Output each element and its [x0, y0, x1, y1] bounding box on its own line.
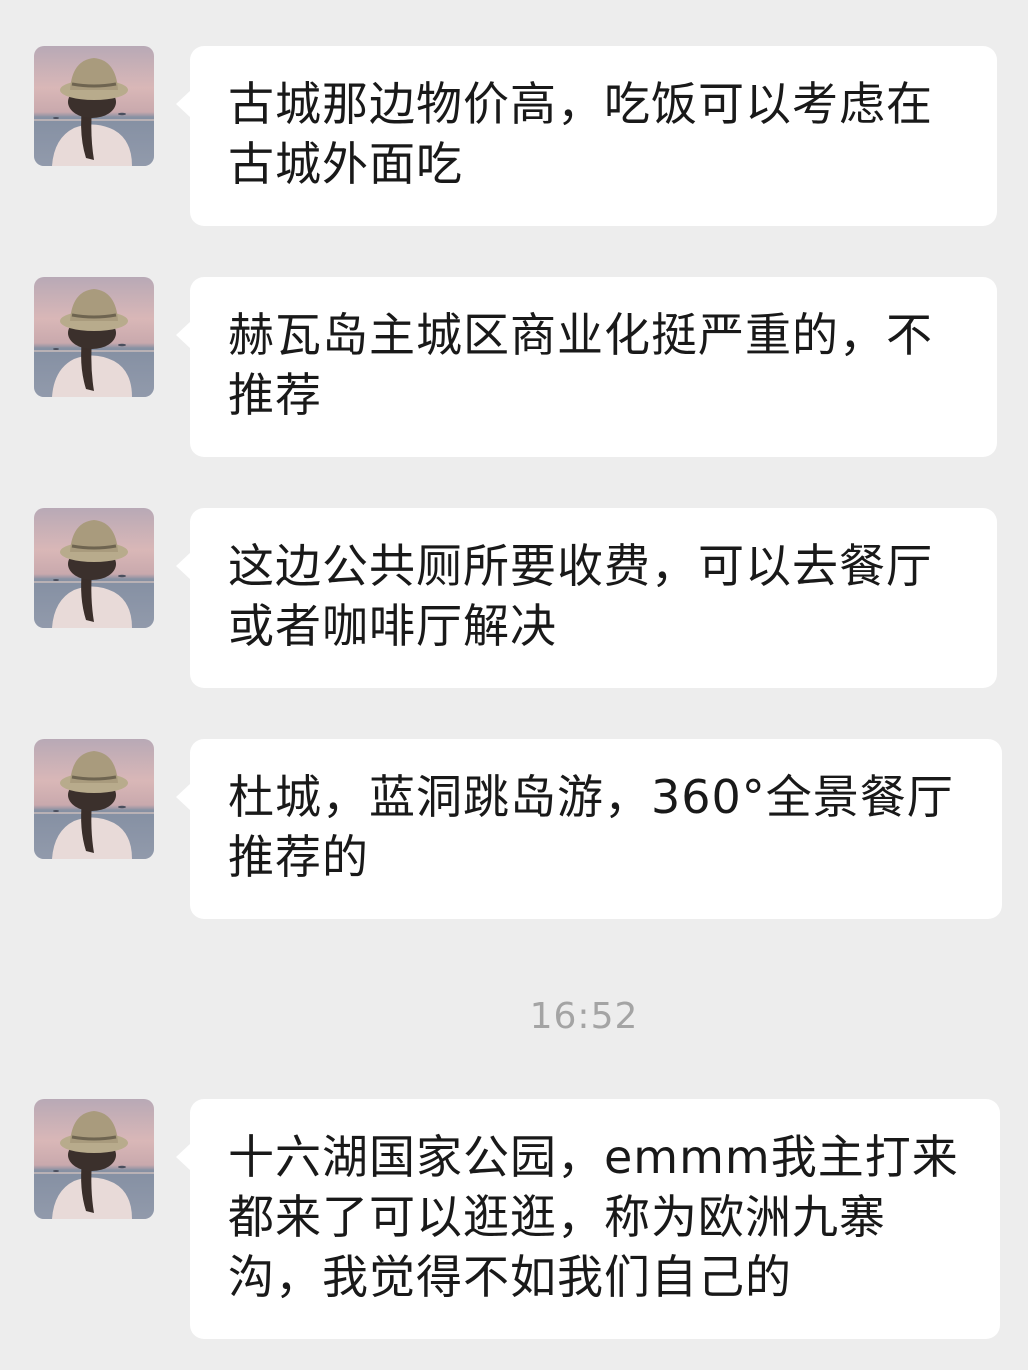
message-bubble[interactable]: 十六湖国家公园，emmm我主打来都来了可以逛逛，称为欧洲九寨沟，我觉得不如我们自… — [176, 1099, 1000, 1339]
avatar[interactable] — [34, 277, 154, 397]
avatar-photo-icon — [34, 277, 154, 397]
message-text: 十六湖国家公园，emmm我主打来都来了可以逛逛，称为欧洲九寨沟，我觉得不如我们自… — [228, 1130, 959, 1304]
message-text: 古城那边物价高，吃饭可以考虑在古城外面吃 — [228, 77, 933, 191]
avatar-photo-icon — [34, 46, 154, 166]
message-text: 这边公共厕所要收费，可以去餐厅或者咖啡厅解决 — [228, 539, 933, 653]
chat-area: 古城那边物价高，吃饭可以考虑在古城外面吃 赫瓦岛主城区商业化挺严重的，不推荐 这… — [0, 0, 1028, 1370]
avatar[interactable] — [34, 1099, 154, 1219]
avatar-photo-icon — [34, 739, 154, 859]
message-bubble[interactable]: 这边公共厕所要收费，可以去餐厅或者咖啡厅解决 — [176, 508, 997, 688]
avatar-photo-icon — [34, 508, 154, 628]
message-text: 杜城，蓝洞跳岛游，360°全景餐厅推荐的 — [228, 770, 954, 884]
avatar-photo-icon — [34, 1099, 154, 1219]
timestamp: 16:52 — [529, 996, 639, 1037]
message-text: 赫瓦岛主城区商业化挺严重的，不推荐 — [228, 308, 933, 422]
message-bubble[interactable]: 赫瓦岛主城区商业化挺严重的，不推荐 — [176, 277, 997, 457]
avatar[interactable] — [34, 739, 154, 859]
avatar[interactable] — [34, 508, 154, 628]
message-bubble[interactable]: 古城那边物价高，吃饭可以考虑在古城外面吃 — [176, 46, 997, 226]
message-bubble[interactable]: 杜城，蓝洞跳岛游，360°全景餐厅推荐的 — [176, 739, 1002, 919]
avatar[interactable] — [34, 46, 154, 166]
